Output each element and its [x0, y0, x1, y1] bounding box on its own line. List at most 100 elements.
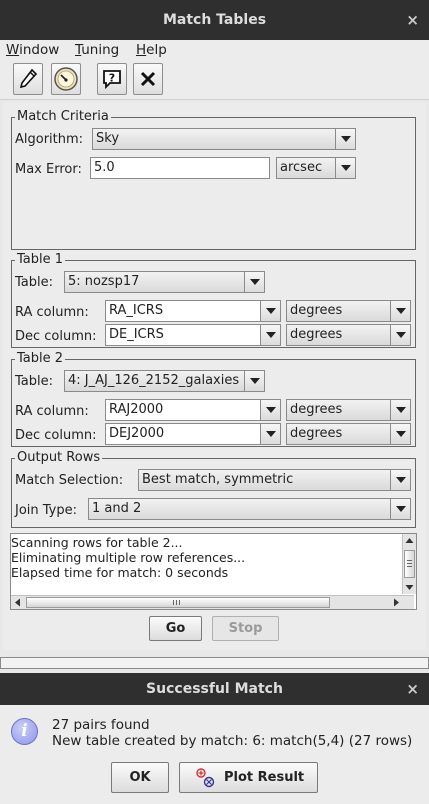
table2-ra-label: RA column: — [15, 404, 89, 419]
table1-dec-value: DE_ICRS — [109, 327, 164, 342]
table1-table-select[interactable]: 5: nozsp17 — [64, 271, 265, 293]
table1-dec-unit-select[interactable]: degrees — [286, 324, 411, 346]
match-selection-select[interactable]: Best match, symmetric — [138, 469, 411, 491]
window-title: Match Tables — [162, 12, 267, 28]
go-button[interactable]: Go — [149, 616, 202, 641]
chevron-down-icon — [390, 424, 410, 444]
table2-ra-select[interactable]: RAJ2000 — [105, 399, 281, 421]
chevron-down-icon — [335, 129, 355, 149]
tuning-button[interactable] — [51, 63, 81, 95]
chevron-down-icon — [390, 400, 410, 420]
chevron-down-icon — [390, 325, 410, 345]
table2-dec-select[interactable]: DEJ2000 — [105, 423, 281, 445]
table2-ra-value: RAJ2000 — [109, 402, 164, 417]
match-selection-value: Best match, symmetric — [142, 472, 294, 487]
menubar: Window Tuning Help — [0, 40, 429, 60]
table1-table-label: Table: — [15, 275, 53, 290]
svg-text:?: ? — [109, 72, 115, 85]
table1-legend: Table 1 — [15, 252, 66, 268]
table1-ra-unit-select[interactable]: degrees — [286, 300, 411, 322]
plot-result-label: Plot Result — [224, 770, 305, 785]
plot-result-icon — [196, 768, 215, 788]
menu-help[interactable]: Help — [136, 42, 167, 58]
chevron-down-icon — [260, 424, 280, 444]
log-line: Scanning rows for table 2... — [11, 535, 183, 550]
table2-dec-unit-select[interactable]: degrees — [286, 423, 411, 445]
menu-window[interactable]: Window — [6, 42, 59, 58]
dialog-message-line1: 27 pairs found — [52, 717, 150, 733]
chevron-down-icon — [335, 158, 355, 178]
plot-result-button[interactable]: Plot Result — [179, 762, 318, 793]
algorithm-value: Sky — [96, 131, 120, 146]
chevron-down-icon — [390, 499, 410, 519]
match-criteria-legend: Match Criteria — [15, 109, 111, 125]
scroll-down-icon — [405, 585, 414, 590]
toolbar: ? — [0, 60, 429, 100]
table2-table-select[interactable]: 4: J_AJ_126_2152_galaxies — [64, 370, 265, 392]
table2-dec-value: DEJ2000 — [109, 426, 165, 441]
table2-group: Table 2 Table: 4: J_AJ_126_2152_galaxies… — [11, 351, 416, 447]
table1-dec-unit-value: degrees — [290, 327, 343, 342]
algorithm-select[interactable]: Sky — [92, 128, 356, 150]
join-type-label: Join Type: — [15, 503, 78, 518]
chevron-down-icon — [260, 301, 280, 321]
table1-ra-unit-value: degrees — [290, 303, 343, 318]
max-error-unit-value: arcsec — [280, 160, 323, 175]
table1-dec-select[interactable]: DE_ICRS — [105, 324, 281, 346]
table1-group: Table 1 Table: 5: nozsp17 RA column: RA_… — [11, 252, 416, 348]
max-error-field[interactable]: 5.0 — [90, 157, 270, 179]
horizontal-scroll-thumb[interactable] — [26, 597, 330, 608]
log-panel[interactable]: Scanning rows for table 2... Eliminating… — [10, 533, 417, 610]
chevron-down-icon — [390, 470, 410, 490]
max-error-label: Max Error: — [15, 162, 82, 177]
table2-dec-unit-value: degrees — [290, 426, 343, 441]
table2-dec-label: Dec column: — [15, 428, 97, 443]
help-button[interactable]: ? — [97, 63, 127, 95]
dialog-message-line2: New table created by match: 6: match(5,4… — [52, 733, 413, 749]
vertical-scrollbar[interactable] — [402, 534, 416, 594]
close-button[interactable] — [133, 63, 163, 95]
match-selection-label: Match Selection: — [15, 473, 124, 488]
table2-table-label: Table: — [15, 374, 53, 389]
log-line: Eliminating multiple row references... — [11, 550, 246, 565]
dialog-titlebar: Successful Match × — [0, 673, 429, 705]
edit-button[interactable] — [13, 63, 43, 95]
join-type-select[interactable]: 1 and 2 — [88, 498, 411, 520]
log-line: Elapsed time for match: 0 seconds — [11, 565, 229, 580]
chevron-down-icon — [244, 272, 264, 292]
help-icon: ? — [103, 70, 121, 90]
join-type-value: 1 and 2 — [92, 501, 142, 516]
ok-button[interactable]: OK — [111, 762, 169, 793]
stop-button[interactable]: Stop — [212, 616, 279, 641]
vertical-scroll-thumb[interactable] — [404, 550, 415, 578]
output-rows-legend: Output Rows — [15, 450, 103, 466]
close-icon — [140, 71, 156, 87]
pencil-icon — [19, 68, 38, 89]
chevron-down-icon — [390, 301, 410, 321]
main-panel: Match Criteria Algorithm: Sky Max Error:… — [3, 102, 426, 650]
progress-bar — [0, 657, 429, 669]
table2-table-value: 4: J_AJ_126_2152_galaxies — [68, 373, 240, 388]
table1-dec-label: Dec column: — [15, 329, 97, 344]
table1-ra-select[interactable]: RA_ICRS — [105, 300, 281, 322]
window-titlebar: Match Tables × — [0, 0, 429, 40]
algorithm-label: Algorithm: — [15, 132, 84, 147]
info-icon: i — [11, 718, 38, 745]
scroll-up-icon — [405, 538, 414, 543]
gauge-icon — [54, 67, 78, 91]
table2-ra-unit-value: degrees — [290, 402, 343, 417]
scroll-left-icon — [15, 598, 20, 607]
chevron-down-icon — [244, 371, 264, 391]
chevron-down-icon — [260, 400, 280, 420]
dialog-title: Successful Match — [146, 681, 283, 697]
horizontal-scrollbar[interactable] — [11, 595, 414, 609]
dialog-body: i 27 pairs found New table created by ma… — [0, 705, 429, 804]
table1-ra-label: RA column: — [15, 305, 89, 320]
table2-ra-unit-select[interactable]: degrees — [286, 399, 411, 421]
table1-table-value: 5: nozsp17 — [68, 274, 140, 289]
max-error-unit-select[interactable]: arcsec — [276, 157, 356, 179]
chevron-down-icon — [260, 325, 280, 345]
dialog-close-button[interactable]: × — [406, 673, 419, 705]
window-close-button[interactable]: × — [406, 0, 419, 40]
menu-tuning[interactable]: Tuning — [75, 42, 119, 58]
